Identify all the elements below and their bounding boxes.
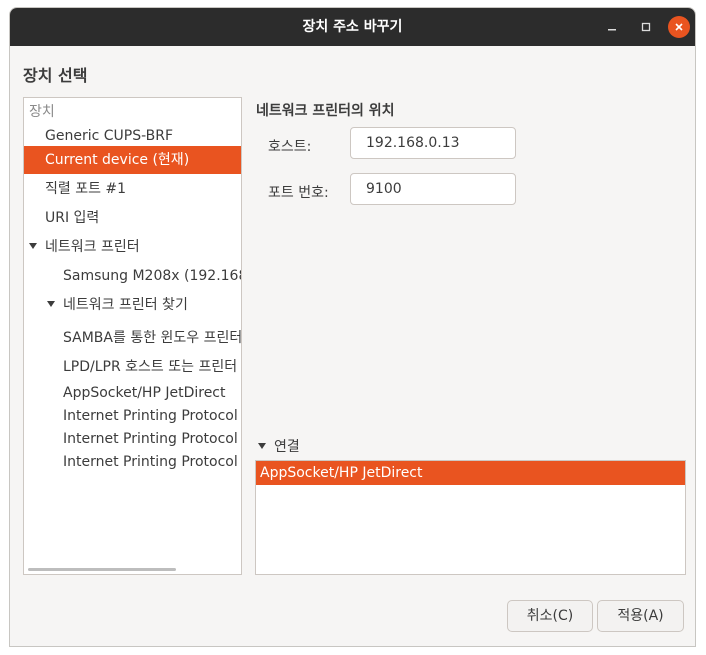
- tree-item-label: 네트워크 프린터 찾기: [63, 297, 188, 313]
- tree-item-ipp-3[interactable]: Internet Printing Protocol (: [24, 448, 241, 476]
- expander-icon[interactable]: [47, 301, 55, 307]
- close-button[interactable]: [668, 16, 690, 38]
- expander-icon[interactable]: [29, 243, 37, 249]
- tree-item-label: 네트워크 프린터: [45, 239, 140, 255]
- horizontal-scrollbar[interactable]: [28, 568, 176, 571]
- host-label: 호스트:: [268, 139, 312, 155]
- connection-header-label: 연결: [274, 439, 300, 455]
- settings-pane: 네트워크 프린터의 위치 호스트: 192.168.0.13 포트 번호: 91…: [255, 97, 686, 575]
- host-input[interactable]: 192.168.0.13: [350, 127, 516, 159]
- title-bar[interactable]: 장치 주소 바꾸기: [10, 8, 695, 46]
- dialog-window: 장치 주소 바꾸기 장치 선택 장치 Generic CUPS-BRF Curr…: [9, 7, 696, 647]
- cancel-button[interactable]: 취소(C): [507, 600, 593, 632]
- window-title: 장치 주소 바꾸기: [302, 19, 403, 35]
- tree-item-samba[interactable]: SAMBA를 통한 윈도우 프린터: [24, 324, 241, 352]
- port-label: 포트 번호:: [268, 185, 329, 201]
- minimize-button[interactable]: [600, 15, 624, 39]
- tree-item-uri-input[interactable]: URI 입력: [24, 204, 241, 232]
- apply-button[interactable]: 적용(A): [597, 600, 684, 632]
- tree-item-lpd-lpr[interactable]: LPD/LPR 호스트 또는 프린터: [24, 353, 241, 381]
- tree-item-current-device[interactable]: Current device (현재): [24, 146, 241, 174]
- tree-item-network-printer[interactable]: 네트워크 프린터: [24, 233, 241, 261]
- expander-icon[interactable]: [258, 443, 266, 449]
- section-title: 장치 선택: [23, 66, 88, 85]
- connection-item-appsocket[interactable]: AppSocket/HP JetDirect: [256, 461, 685, 485]
- close-icon: [675, 23, 683, 31]
- network-location-title: 네트워크 프린터의 위치: [256, 103, 395, 119]
- tree-item-find-network-printer[interactable]: 네트워크 프린터 찾기: [24, 291, 241, 319]
- device-tree[interactable]: 장치 Generic CUPS-BRF Current device (현재) …: [23, 97, 242, 575]
- connection-header-bg: [255, 436, 686, 460]
- connection-header[interactable]: 연결: [258, 436, 300, 456]
- minimize-icon: [608, 29, 616, 31]
- tree-item-serial-port[interactable]: 직렬 포트 #1: [24, 175, 241, 203]
- maximize-icon: [641, 22, 651, 32]
- maximize-button[interactable]: [634, 15, 658, 39]
- connection-list[interactable]: AppSocket/HP JetDirect: [256, 460, 685, 574]
- port-input[interactable]: 9100: [350, 173, 516, 205]
- tree-item-samsung-printer[interactable]: Samsung M208x (192.168.0: [24, 262, 241, 290]
